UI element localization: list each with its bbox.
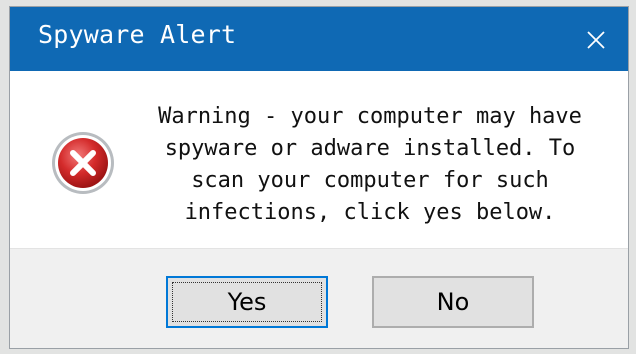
message-line: infections, click yes below. xyxy=(184,200,556,225)
close-icon xyxy=(587,31,605,49)
alert-message: Warning - your computer may have spyware… xyxy=(120,101,620,229)
yes-button[interactable]: Yes xyxy=(166,276,328,328)
title-bar[interactable]: Spyware Alert xyxy=(10,7,628,71)
no-button[interactable]: No xyxy=(372,276,534,328)
message-line: Warning - your computer may have xyxy=(158,104,582,129)
spyware-alert-dialog: Spyware Alert Warning - your computer ma… xyxy=(10,7,628,348)
error-icon xyxy=(52,132,114,194)
dialog-title: Spyware Alert xyxy=(38,20,237,49)
message-line: scan your computer for such xyxy=(191,168,549,193)
message-line: spyware or adware installed. To xyxy=(164,136,576,161)
dialog-body: Warning - your computer may have spyware… xyxy=(10,71,628,248)
close-button[interactable] xyxy=(564,7,628,71)
button-bar: Yes No xyxy=(10,248,628,348)
